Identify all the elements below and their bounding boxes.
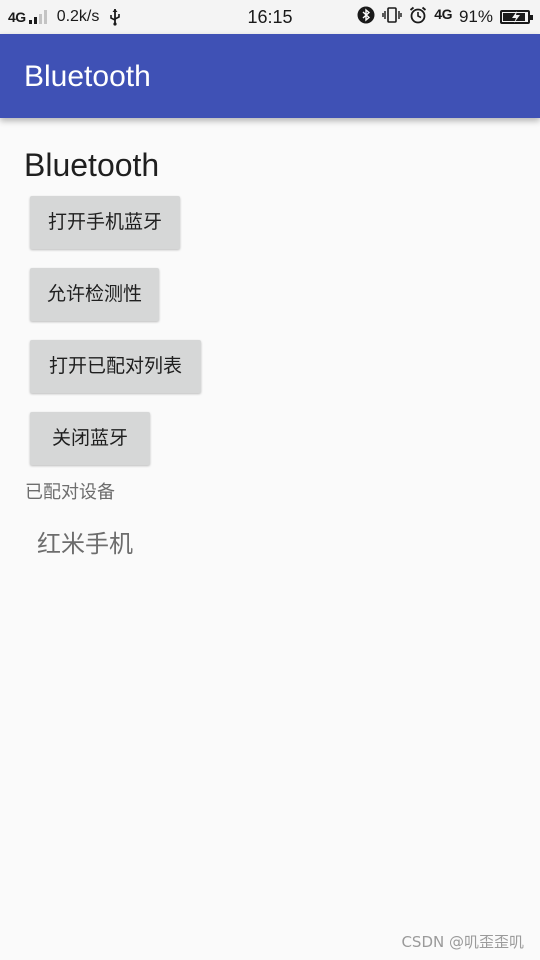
network-type-right: 4G <box>434 6 452 22</box>
battery-percent: 91% <box>458 7 493 26</box>
list-item[interactable]: 红米手机 <box>37 524 133 559</box>
network-type-label: 4G <box>8 9 26 25</box>
network-speed: 0.2k/s <box>56 8 100 25</box>
alarm-icon <box>409 6 427 29</box>
open-paired-list-button[interactable]: 打开已配对列表 <box>30 340 201 393</box>
screen: 4G 0.2k/s 16:15 4G 91% Bluetooth Bluetoo… <box>0 0 540 960</box>
signal-icon <box>28 10 47 24</box>
bluetooth-icon <box>357 6 375 29</box>
paired-devices-label: 已配对设备 <box>25 482 115 503</box>
watermark: CSDN @叽歪歪叽 <box>401 933 524 951</box>
close-bluetooth-button[interactable]: 关闭蓝牙 <box>30 412 150 465</box>
app-bar-title: Bluetooth <box>24 60 151 93</box>
status-bar-right: 4G 91% <box>357 0 533 34</box>
allow-discoverable-button[interactable]: 允许检测性 <box>30 268 159 321</box>
vibrate-icon <box>382 6 402 29</box>
usb-icon <box>109 8 121 26</box>
status-bar-left: 4G 0.2k/s <box>8 0 121 34</box>
status-bar: 4G 0.2k/s 16:15 4G 91% <box>0 0 540 34</box>
open-bluetooth-button[interactable]: 打开手机蓝牙 <box>30 196 180 249</box>
battery-charging-icon <box>500 10 533 24</box>
page-title: Bluetooth <box>24 147 160 183</box>
app-bar: Bluetooth <box>0 34 540 118</box>
